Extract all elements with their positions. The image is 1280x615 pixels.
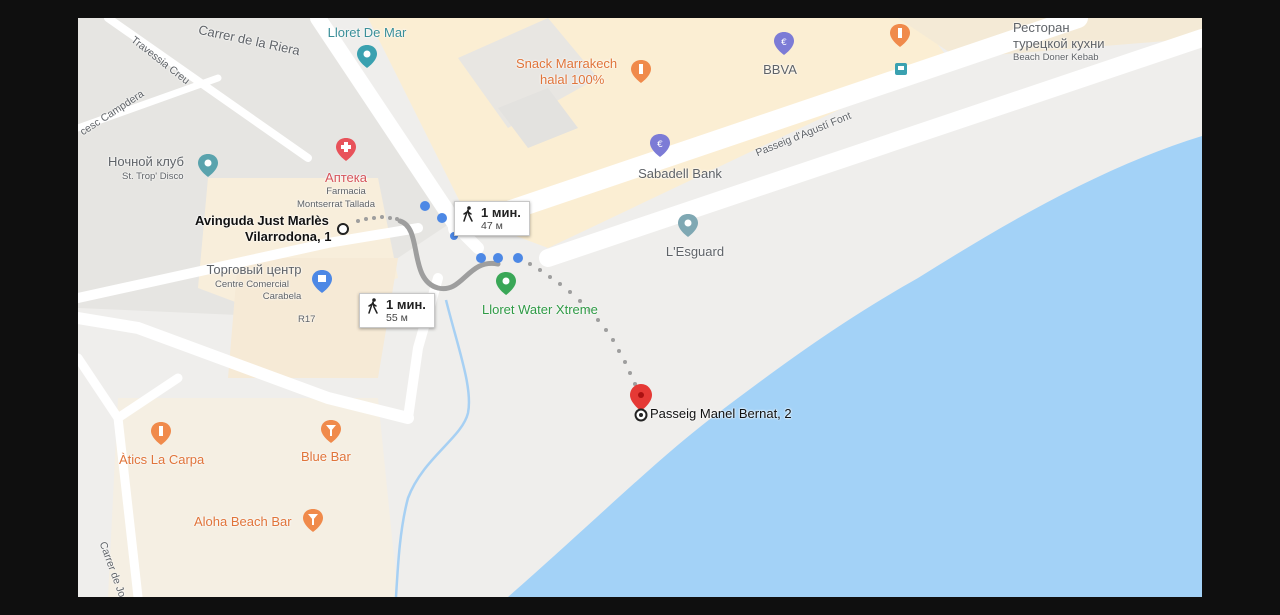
walking-person-icon [368,298,378,314]
poi-label-blue-bar[interactable]: Blue Bar [301,449,351,465]
poi-label-pharmacy-farmacia[interactable]: Farmacia [326,186,366,198]
route-callout-bottom-time: 1 мин. [386,297,426,312]
poi-label-mall[interactable]: Торговый центр [206,262,301,278]
map-canvas: € € [78,18,1202,597]
road-label-r17: R17 [298,314,316,325]
route-callout-top-distance: 47 м [481,220,503,232]
route-origin-label[interactable]: Avinguda Just Marlès [195,213,329,229]
poi-label-atics-la-carpa[interactable]: Àtics La Carpa [119,452,204,468]
route-callout-bottom[interactable]: 1 мин. 55 м [359,293,435,328]
poi-label-water-xtreme[interactable]: Lloret Water Xtreme [482,302,598,318]
route-destination-label[interactable]: Passeig Manel Bernat, 2 [650,406,792,422]
map-view[interactable]: € € Carrer de la Riera Travessia Creu ce… [78,18,1202,597]
poi-label-restaurant-name[interactable]: Beach Doner Kebab [1013,52,1099,64]
lloret-de-mar-pin-icon [357,45,377,68]
svg-text:€: € [781,38,787,48]
esguard-pin-icon [678,214,698,237]
origin-marker[interactable] [337,223,349,235]
walking-dots-destination [528,262,641,397]
destination-pin[interactable] [630,384,652,422]
river [394,299,471,597]
poi-label-mall-centre[interactable]: Centre Comercial [215,279,289,291]
poi-label-bbva[interactable]: BBVA [763,62,797,78]
poi-label-esguard[interactable]: L'Esguard [666,244,724,260]
poi-label-restaurant-cuisine[interactable]: турецкой кухни [1013,36,1105,52]
poi-label-aloha-beach-bar[interactable]: Aloha Beach Bar [194,514,292,530]
route-origin-label-line2[interactable]: Vilarrodona, 1 [245,229,331,245]
route-callout-top-time: 1 мин. [481,205,521,220]
poi-label-snack-marrakech-halal[interactable]: halal 100% [540,72,604,88]
poi-label-pharmacy[interactable]: Аптека [325,170,367,186]
poi-label-nightclub-name[interactable]: St. Trop' Disco [122,171,183,183]
walking-person-icon [463,206,473,222]
route-callout-top[interactable]: 1 мин. 47 м [454,201,530,236]
poi-label-sabadell[interactable]: Sabadell Bank [638,166,722,182]
poi-label-nightclub[interactable]: Ночной клуб [108,154,184,170]
transit-stop-icon [895,63,907,75]
route-callout-bottom-distance: 55 м [386,312,408,324]
poi-label-pharmacy-name[interactable]: Montserrat Tallada [297,199,375,211]
svg-text:€: € [657,140,663,150]
poi-label-snack-marrakech[interactable]: Snack Marrakech [516,56,617,72]
poi-label-lloret-de-mar[interactable]: Lloret De Mar [328,25,407,41]
poi-label-restaurant[interactable]: Ресторан [1013,20,1070,36]
water-xtreme-pin-icon [496,272,516,295]
poi-label-mall-name[interactable]: Carabela [263,291,302,303]
